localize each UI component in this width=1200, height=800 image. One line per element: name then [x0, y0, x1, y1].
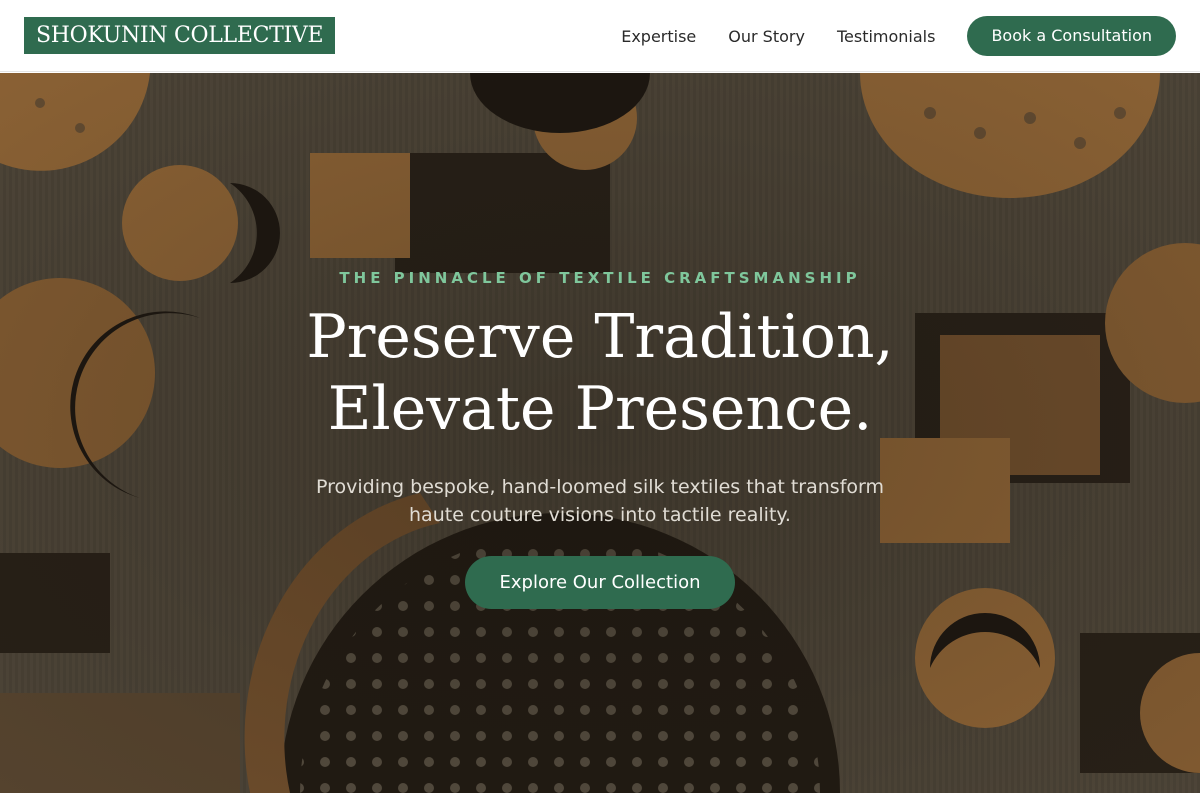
nav-link-expertise[interactable]: Expertise [621, 27, 696, 46]
hero-headline-line-1: Preserve Tradition, [306, 302, 894, 372]
explore-collection-button[interactable]: Explore Our Collection [465, 556, 735, 609]
hero-headline-line-2: Elevate Presence. [327, 374, 873, 444]
hero-section: THE PINNACLE OF TEXTILE CRAFTSMANSHIP Pr… [0, 73, 1200, 793]
nav-link-our-story[interactable]: Our Story [728, 27, 805, 46]
hero-subtext: Providing bespoke, hand-loomed silk text… [316, 476, 884, 526]
main-nav: Expertise Our Story Testimonials Book a … [621, 0, 1176, 72]
book-consultation-button[interactable]: Book a Consultation [967, 16, 1176, 56]
site-header: SHOKUNIN COLLECTIVE Expertise Our Story … [0, 0, 1200, 72]
hero-content: THE PINNACLE OF TEXTILE CRAFTSMANSHIP Pr… [0, 73, 1200, 793]
brand-logo[interactable]: SHOKUNIN COLLECTIVE [24, 17, 336, 54]
hero-headline: Preserve Tradition, Elevate Presence. [0, 301, 1200, 445]
hero-eyebrow: THE PINNACLE OF TEXTILE CRAFTSMANSHIP [339, 269, 861, 287]
nav-link-testimonials[interactable]: Testimonials [837, 27, 936, 46]
